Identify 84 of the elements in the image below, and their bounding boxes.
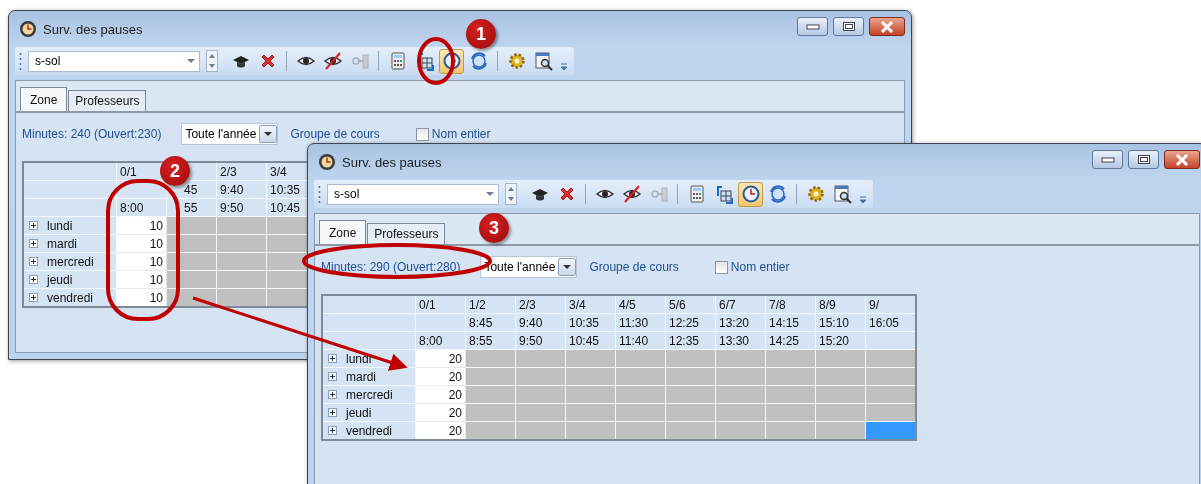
minimize-button[interactable] xyxy=(797,17,828,36)
gear-icon xyxy=(805,184,826,204)
column-header: 2/3 xyxy=(515,295,566,314)
caret-icon xyxy=(187,59,195,63)
minimize-button[interactable] xyxy=(1092,150,1123,169)
column-header: 8/9 xyxy=(815,295,866,314)
window-title: Surv. des pauses xyxy=(43,21,143,37)
tab[interactable]: Zone xyxy=(319,220,367,244)
window-title: Surv. des pauses xyxy=(342,154,442,170)
maximize-button[interactable] xyxy=(1128,150,1159,169)
gear-icon xyxy=(506,51,527,71)
day-label: jeudi xyxy=(346,405,372,420)
column-header: 2/3 xyxy=(216,162,267,181)
day-label: mercredi xyxy=(346,387,393,402)
column-header: 1/2 xyxy=(465,295,516,314)
expand-icon[interactable] xyxy=(29,275,38,284)
highlight-ellipse xyxy=(417,37,455,85)
day-label: lundi xyxy=(47,218,73,233)
column-header: 6/7 xyxy=(715,295,766,314)
day-label: vendredi xyxy=(346,423,393,438)
column-header: 4/5 xyxy=(615,295,666,314)
checkbox-label: Nom entier xyxy=(431,127,491,141)
caret-icon xyxy=(563,264,572,270)
grip-icon[interactable] xyxy=(19,52,22,70)
group-link[interactable]: Groupe de cours xyxy=(589,260,679,274)
day-label: mercredi xyxy=(47,254,94,269)
expand-icon[interactable] xyxy=(29,257,38,266)
clock-icon xyxy=(441,51,462,71)
column-header: 5/6 xyxy=(665,295,716,314)
expand-icon[interactable] xyxy=(328,426,337,435)
tab[interactable]: Zone xyxy=(20,87,68,111)
group-link[interactable]: Groupe de cours xyxy=(290,127,380,141)
minimize-icon xyxy=(805,23,820,30)
maximize-button[interactable] xyxy=(833,17,864,36)
spin-icon[interactable] xyxy=(206,50,218,72)
combo-box[interactable]: s-sol xyxy=(327,183,499,205)
combo-box[interactable]: s-sol xyxy=(28,50,200,72)
expand-icon[interactable] xyxy=(29,293,38,302)
tab[interactable]: Professeurs xyxy=(367,223,446,244)
refresh-icon xyxy=(468,51,489,71)
grip-icon[interactable] xyxy=(318,185,321,203)
column-header: 0/1 xyxy=(415,295,466,314)
preview-icon xyxy=(533,51,554,71)
minutes-label: Minutes: 290 (Ouvert:280) xyxy=(321,260,461,274)
tab[interactable]: Professeurs xyxy=(68,90,147,111)
expand-icon[interactable] xyxy=(29,221,38,230)
day-label: lundi xyxy=(346,351,372,366)
day-label: mardi xyxy=(346,369,376,384)
day-label: vendredi xyxy=(47,290,94,305)
period-dropdown[interactable]: Toute l'année xyxy=(181,123,279,145)
minutes-label: Minutes: 240 (Ouvert:230) xyxy=(22,127,162,141)
caret-icon xyxy=(264,131,273,137)
checkbox[interactable] xyxy=(415,127,429,141)
close-icon xyxy=(880,20,894,33)
key-icon xyxy=(349,51,370,71)
day-label: jeudi xyxy=(47,272,73,287)
clock-icon xyxy=(318,153,336,171)
expand-icon[interactable] xyxy=(328,408,337,417)
preview-icon xyxy=(832,184,853,204)
expand-icon[interactable] xyxy=(29,239,38,248)
checkbox[interactable] xyxy=(714,260,728,274)
hidden-icon xyxy=(322,51,343,71)
close-button[interactable] xyxy=(869,17,905,36)
key-icon xyxy=(648,184,669,204)
expand-icon[interactable] xyxy=(328,390,337,399)
checkbox-label: Nom entier xyxy=(730,260,790,274)
day-label: mardi xyxy=(47,236,77,251)
spin-icon[interactable] xyxy=(505,183,517,205)
hidden-icon xyxy=(621,184,642,204)
expand-icon[interactable] xyxy=(328,354,337,363)
clock-tool[interactable] xyxy=(738,181,763,207)
column-header: 7/8 xyxy=(765,295,816,314)
restore-icon xyxy=(1136,154,1151,165)
close-button[interactable] xyxy=(1164,150,1200,169)
column-header: 9/ xyxy=(865,295,916,314)
clock-icon xyxy=(19,20,37,38)
clock-icon xyxy=(740,184,761,204)
column-header: 3/4 xyxy=(565,295,616,314)
refresh-icon xyxy=(767,184,788,204)
close-icon xyxy=(1175,153,1189,166)
minimize-icon xyxy=(1100,156,1115,163)
restore-icon xyxy=(841,21,856,32)
expand-icon[interactable] xyxy=(328,372,337,381)
caret-icon xyxy=(486,192,494,196)
